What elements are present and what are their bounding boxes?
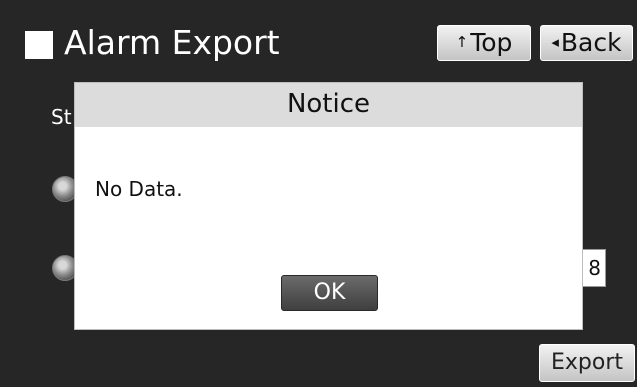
back-button-label: Back [560, 28, 622, 57]
back-button[interactable]: ◂ Back [540, 25, 633, 61]
value-field[interactable]: 8 [579, 249, 606, 287]
dialog-message: No Data. [95, 177, 183, 201]
square-icon [25, 31, 53, 59]
alarm-export-screen: Alarm Export ↑ Top ◂ Back St 8 Export No… [0, 0, 637, 387]
notice-dialog: Notice No Data. OK [74, 82, 583, 330]
up-arrow-icon: ↑ [455, 33, 469, 51]
page-title: Alarm Export [64, 23, 280, 62]
export-button[interactable]: Export [539, 344, 635, 382]
ok-button[interactable]: OK [281, 275, 378, 311]
settings-label-fragment: St [51, 105, 72, 129]
top-button[interactable]: ↑ Top [437, 25, 531, 61]
top-button-label: Top [470, 28, 513, 57]
left-triangle-icon: ◂ [551, 33, 559, 51]
dialog-title: Notice [286, 89, 371, 119]
